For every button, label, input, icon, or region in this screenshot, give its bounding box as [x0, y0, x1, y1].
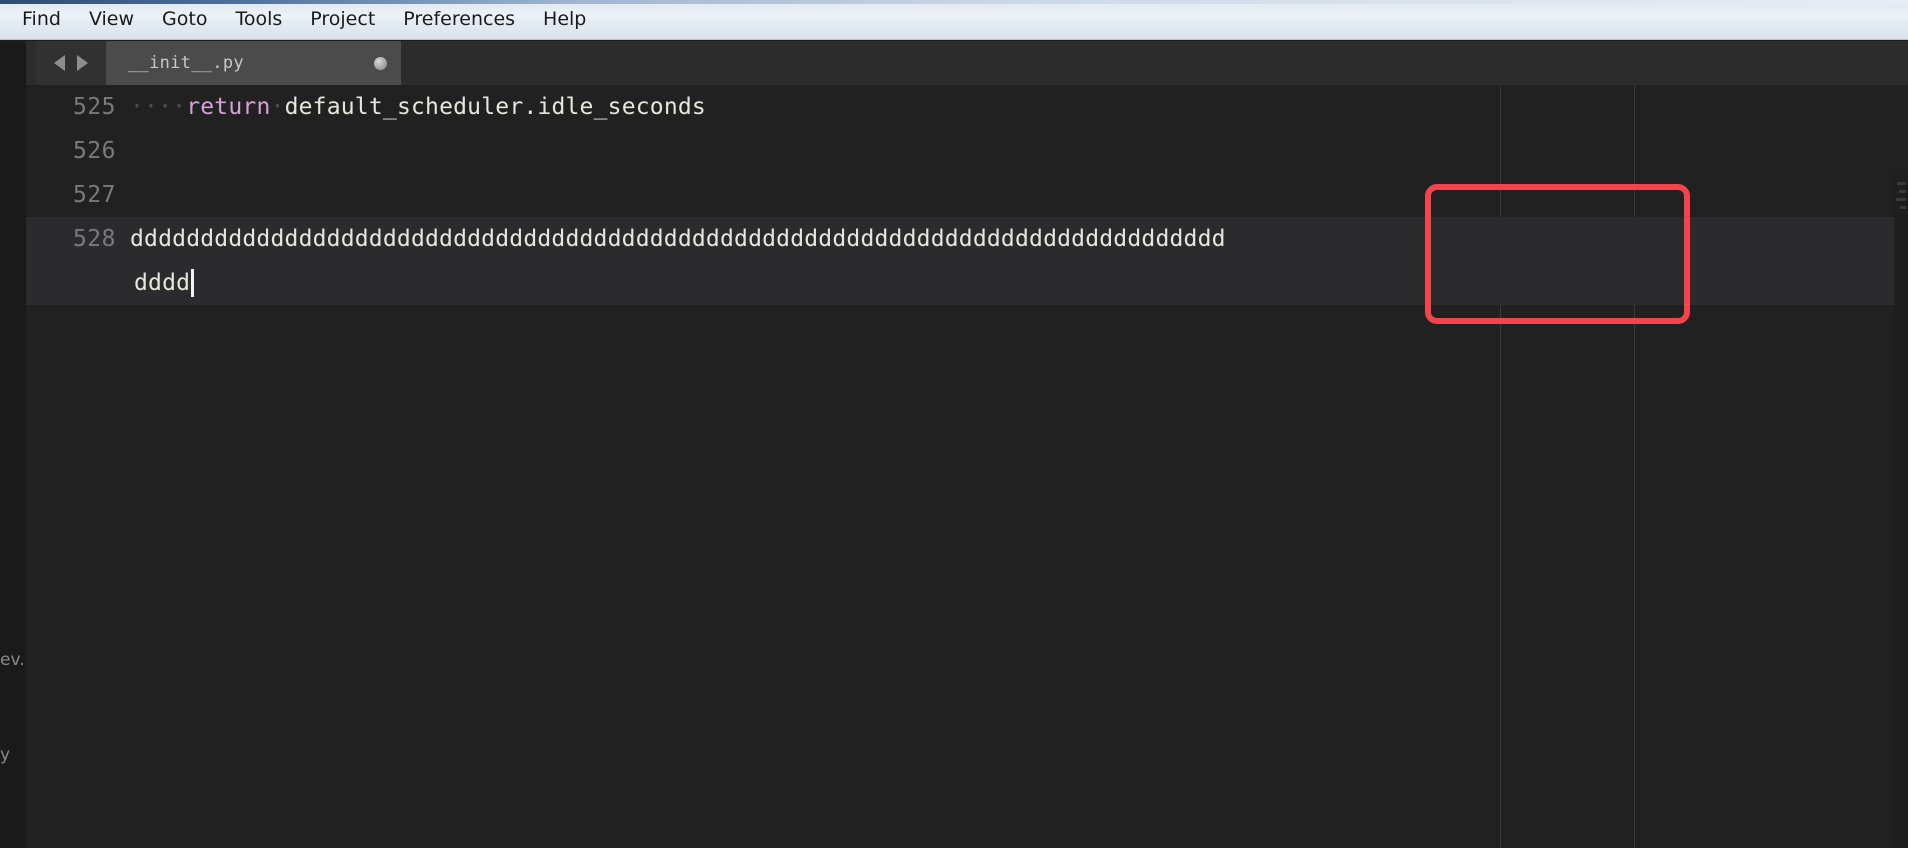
line-number: 525 — [72, 94, 116, 120]
menu-bar: Find View Goto Tools Project Preferences… — [0, 0, 1908, 40]
code-line-527[interactable]: 527 — [26, 173, 1908, 217]
line-number: 528 — [72, 226, 116, 252]
menu-item-help[interactable]: Help — [529, 6, 600, 33]
menu-item-tools[interactable]: Tools — [221, 6, 296, 33]
menu-item-goto[interactable]: Goto — [148, 6, 221, 33]
background-text-fragment-2: y — [0, 745, 11, 765]
code-text-wrapped: dddd — [134, 270, 191, 296]
tab-bar: __init__.py — [26, 41, 1908, 85]
minimap-mark — [1896, 198, 1906, 201]
tab-init-py[interactable]: __init__.py — [106, 41, 401, 85]
keyword-return: return — [186, 94, 271, 120]
unsaved-changes-dot-icon[interactable] — [374, 56, 387, 70]
code-text: dddddddddddddddddddddddddddddddddddddddd… — [130, 226, 1226, 252]
tab-nav-arrows — [36, 41, 106, 85]
line-number: 527 — [72, 182, 116, 208]
space-dot: · — [270, 94, 285, 120]
code-editor[interactable]: 525 ····return·default_scheduler.idle_se… — [26, 85, 1908, 848]
code-line-528[interactable]: 528 dddddddddddddddddddddddddddddddddddd… — [26, 217, 1908, 261]
code-line-528-wrapped[interactable]: dddd — [26, 261, 1908, 305]
text-caret — [191, 269, 195, 297]
tab-label: __init__.py — [128, 53, 244, 73]
code-line-525[interactable]: 525 ····return·default_scheduler.idle_se… — [26, 85, 1908, 129]
code-expression: default_scheduler.idle_seconds — [284, 94, 706, 120]
chevron-right-icon[interactable] — [77, 55, 88, 71]
menu-item-find[interactable]: Find — [8, 6, 75, 33]
chevron-left-icon[interactable] — [54, 55, 65, 71]
whitespace-dots: ···· — [130, 94, 187, 120]
menu-item-project[interactable]: Project — [296, 6, 389, 33]
minimap-mark — [1899, 190, 1906, 193]
sublime-text-window: ev. y Find View Goto Tools Project Prefe… — [0, 0, 1908, 848]
line-number: 526 — [72, 138, 116, 164]
menu-item-view[interactable]: View — [75, 6, 148, 33]
background-text-fragment-1: ev. — [0, 650, 24, 670]
minimap-mark — [1897, 182, 1906, 185]
minimap-mark — [1900, 206, 1906, 209]
code-line-526[interactable]: 526 — [26, 129, 1908, 173]
minimap[interactable] — [1894, 170, 1908, 848]
menu-item-preferences[interactable]: Preferences — [389, 6, 529, 33]
background-window-strip — [0, 44, 26, 848]
code-text: ····return·default_scheduler.idle_second… — [126, 94, 706, 120]
